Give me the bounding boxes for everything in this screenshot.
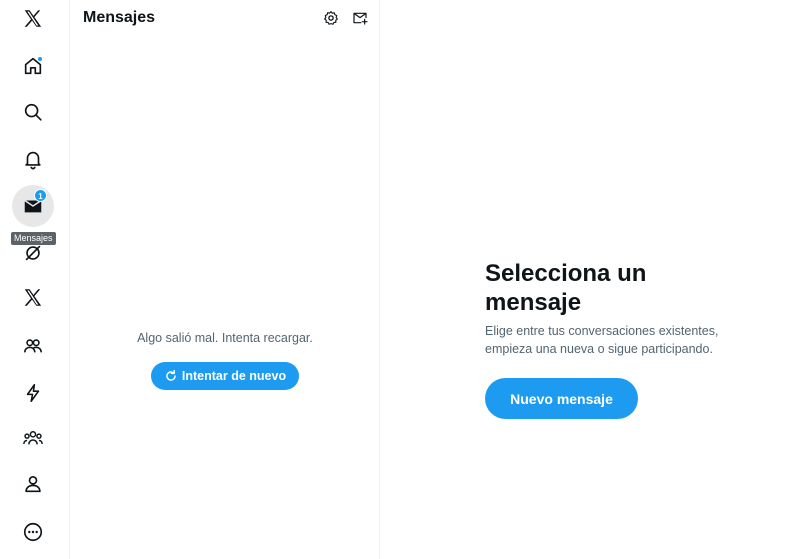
x-logo-link[interactable] bbox=[12, 0, 54, 40]
messages-column: Mensajes Algo salió mal. Intenta recarga… bbox=[69, 0, 380, 559]
gear-icon bbox=[324, 11, 338, 25]
lightning-icon bbox=[26, 383, 40, 403]
x-logo-icon bbox=[24, 289, 42, 306]
nav-profile[interactable] bbox=[12, 463, 54, 505]
new-message-button[interactable] bbox=[350, 8, 370, 28]
error-message: Algo salió mal. Intenta recargar. bbox=[137, 331, 313, 345]
page-title: Mensajes bbox=[83, 9, 156, 26]
nav-home[interactable] bbox=[12, 45, 54, 87]
retry-button-label: Intentar de nuevo bbox=[181, 369, 287, 383]
person-icon bbox=[25, 476, 41, 493]
grok-icon bbox=[25, 245, 41, 261]
notification-dot bbox=[37, 56, 43, 62]
envelope-plus-icon bbox=[353, 12, 368, 25]
conversation-detail-pane: Selecciona un mensaje Elige entre tus co… bbox=[380, 0, 800, 559]
nav-premium[interactable] bbox=[12, 277, 54, 319]
search-icon bbox=[24, 103, 42, 121]
left-nav-rail: 1 Mensajes bbox=[0, 0, 66, 559]
settings-button[interactable] bbox=[321, 8, 341, 28]
nav-verified-orgs[interactable] bbox=[12, 372, 54, 414]
people-icon bbox=[23, 339, 43, 353]
nav-explore[interactable] bbox=[12, 91, 54, 133]
nav-communities[interactable] bbox=[12, 325, 54, 367]
bell-icon bbox=[25, 151, 41, 170]
new-message-cta-button[interactable]: Nuevo mensaje bbox=[485, 378, 638, 419]
messages-badge: 1 bbox=[34, 189, 47, 202]
refresh-icon bbox=[166, 369, 176, 381]
empty-state-subtitle: Elige entre tus conversaciones existente… bbox=[485, 324, 719, 356]
nav-notifications[interactable] bbox=[12, 138, 54, 180]
nav-groups[interactable] bbox=[12, 417, 54, 459]
empty-state-title: Selecciona un mensaje bbox=[485, 260, 647, 316]
x-logo-icon bbox=[24, 10, 42, 27]
nav-more[interactable] bbox=[12, 511, 54, 553]
messages-tooltip: Mensajes bbox=[11, 232, 56, 245]
group-icon bbox=[23, 431, 43, 445]
more-circle-icon bbox=[23, 522, 43, 542]
retry-button[interactable]: Intentar de nuevo bbox=[151, 362, 299, 390]
nav-messages[interactable]: 1 bbox=[12, 185, 54, 227]
